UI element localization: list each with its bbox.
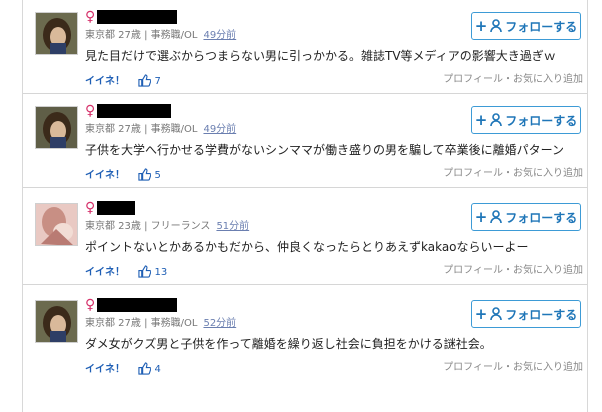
redacted-username: [97, 298, 177, 312]
redacted-username: [97, 201, 135, 215]
comment-text: ポイントないとかあるかもだから、仲良くなったらとりあえずkakaoならいーよー: [85, 240, 529, 254]
comment-text: 見た目だけで選ぶからつまらない男に引っかかる。雑誌TV等メディアの影響大き過ぎｗ: [85, 49, 556, 63]
like-count: 13: [154, 267, 168, 278]
follow-label: フォローする: [505, 210, 578, 225]
follow-button[interactable]: + フォローする: [471, 106, 581, 134]
user-meta: 東京都 27歳 | 事務職/OL 49分前: [85, 30, 237, 41]
avatar[interactable]: [35, 12, 78, 55]
post-time-link[interactable]: 51分前: [216, 221, 249, 232]
like-area: イイネ！ 4: [85, 362, 161, 379]
user-meta: 東京都 27歳 | 事務職/OL 49分前: [85, 124, 237, 135]
thumbs-up-icon[interactable]: [138, 74, 152, 91]
like-count: 4: [154, 364, 161, 375]
post-time-link[interactable]: 49分前: [203, 124, 236, 135]
female-icon: ♀: [85, 9, 96, 25]
follow-button[interactable]: + フォローする: [471, 300, 581, 328]
post-time-link[interactable]: 52分前: [203, 318, 236, 329]
profile-favorite-links[interactable]: プロフィール・お気に入り追加: [443, 265, 583, 277]
user-meta: 東京都 23歳 | フリーランス 51分前: [85, 221, 250, 232]
like-area: イイネ！ 7: [85, 74, 161, 91]
comment-card: ♀ 東京都 23歳 | フリーランス 51分前 ポイントないとかあるかもだから、仲…: [23, 193, 587, 285]
person-icon: [490, 210, 503, 224]
like-area: イイネ！ 5: [85, 168, 161, 185]
profile-favorite-links[interactable]: プロフィール・お気に入り追加: [443, 74, 583, 86]
like-button[interactable]: イイネ！: [85, 170, 125, 181]
like-button[interactable]: イイネ！: [85, 267, 125, 278]
like-button[interactable]: イイネ！: [85, 76, 125, 87]
female-icon: ♀: [85, 103, 96, 119]
plus-icon: +: [474, 111, 488, 129]
follow-button[interactable]: + フォローする: [471, 203, 581, 231]
thumbs-up-icon[interactable]: [138, 168, 152, 185]
user-meta: 東京都 27歳 | 事務職/OL 52分前: [85, 318, 237, 329]
avatar[interactable]: [35, 106, 78, 149]
thumbs-up-icon[interactable]: [138, 265, 152, 282]
profile-favorite-links[interactable]: プロフィール・お気に入り追加: [443, 168, 583, 180]
follow-label: フォローする: [505, 307, 578, 322]
like-button[interactable]: イイネ！: [85, 364, 125, 375]
plus-icon: +: [474, 208, 488, 226]
comment-card: ♀ 東京都 27歳 | 事務職/OL 52分前 ダメ女がクズ男と子供を作って離婚を…: [23, 290, 587, 382]
like-area: イイネ！ 13: [85, 265, 167, 282]
follow-label: フォローする: [505, 19, 578, 34]
person-icon: [490, 113, 503, 127]
comment-text: ダメ女がクズ男と子供を作って離婚を繰り返し社会に負担をかける謎社会。: [85, 337, 492, 351]
female-icon: ♀: [85, 200, 96, 216]
comment-text: 子供を大学へ行かせる学費がないシンママが働き盛りの男を騙して卒業後に離婚パターン: [85, 143, 565, 157]
comment-card: ♀ 東京都 27歳 | 事務職/OL 49分前 子供を大学へ行かせる学費がないシン…: [23, 96, 587, 188]
profile-favorite-links[interactable]: プロフィール・お気に入り追加: [443, 362, 583, 374]
like-count: 5: [154, 170, 161, 181]
person-icon: [490, 307, 503, 321]
avatar[interactable]: [35, 300, 78, 343]
person-icon: [490, 19, 503, 33]
follow-label: フォローする: [505, 113, 578, 128]
like-count: 7: [154, 76, 161, 87]
avatar[interactable]: [35, 203, 78, 246]
redacted-username: [97, 104, 171, 118]
redacted-username: [97, 10, 177, 24]
follow-button[interactable]: + フォローする: [471, 12, 581, 40]
post-time-link[interactable]: 49分前: [203, 30, 236, 41]
plus-icon: +: [474, 17, 488, 35]
female-icon: ♀: [85, 297, 96, 313]
thumbs-up-icon[interactable]: [138, 362, 152, 379]
plus-icon: +: [474, 305, 488, 323]
comment-card: ♀ 東京都 27歳 | 事務職/OL 49分前 見た目だけで選ぶからつまらない男に…: [23, 2, 587, 94]
